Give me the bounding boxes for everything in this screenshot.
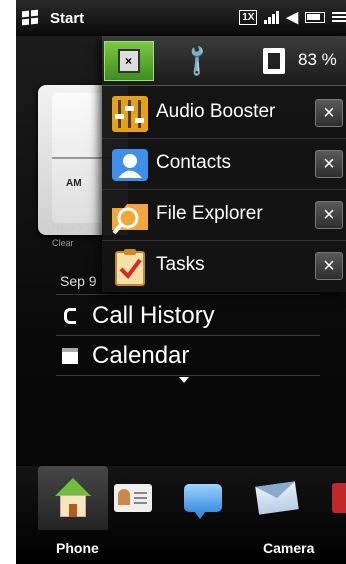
signal-strength-icon[interactable] bbox=[264, 10, 280, 24]
tab-strip: Phone Camera bbox=[16, 466, 346, 564]
weather-condition: Clear bbox=[52, 238, 74, 248]
shortcut-label: Call History bbox=[92, 302, 215, 329]
calendar-tab-icon bbox=[332, 483, 346, 513]
app-name: Audio Booster bbox=[156, 101, 276, 122]
divider bbox=[56, 294, 320, 295]
app-name: Contacts bbox=[156, 152, 231, 173]
tasks-icon bbox=[110, 247, 150, 287]
tab-mail[interactable] bbox=[242, 466, 312, 530]
softkey-phone[interactable]: Phone bbox=[56, 540, 99, 556]
task-manager-popup: × 🔧 83 % Audio Booster × Contacts × File… bbox=[102, 36, 346, 292]
start-label: Start bbox=[50, 9, 85, 27]
memory-percent: 83 % bbox=[298, 50, 337, 69]
date-label: Sep 9 bbox=[60, 273, 97, 289]
softkey-camera[interactable]: Camera bbox=[263, 540, 314, 556]
phone-icon bbox=[64, 308, 76, 324]
running-app-contacts[interactable]: Contacts × bbox=[102, 139, 346, 190]
network-type-icon: 1X bbox=[239, 9, 258, 25]
running-programs-button[interactable]: × bbox=[104, 41, 154, 81]
tab-people[interactable] bbox=[98, 466, 168, 530]
close-app-button[interactable]: × bbox=[315, 201, 343, 229]
phone-screen: Start 1X ◀︎ AM New Yo Clear Sep 9 Call H… bbox=[16, 0, 346, 564]
mail-icon bbox=[255, 481, 299, 515]
clock-ampm: AM bbox=[66, 178, 82, 189]
expand-arrow-icon[interactable] bbox=[179, 377, 189, 383]
volume-icon[interactable]: ◀︎ bbox=[286, 8, 298, 26]
status-bar: Start 1X ◀︎ bbox=[16, 0, 346, 36]
task-manager-icon: × bbox=[114, 45, 140, 73]
file-explorer-icon bbox=[110, 196, 150, 236]
divider bbox=[56, 375, 320, 376]
memory-chip-icon bbox=[263, 48, 285, 74]
running-app-audio-booster[interactable]: Audio Booster × bbox=[102, 88, 346, 139]
home-icon bbox=[53, 478, 93, 518]
weather-city: New Yo bbox=[52, 222, 90, 234]
messages-icon bbox=[184, 484, 222, 519]
people-icon bbox=[114, 484, 152, 512]
shortcut-label: Calendar bbox=[92, 342, 190, 369]
wrench-icon: 🔧 bbox=[178, 42, 216, 80]
settings-button[interactable]: 🔧 bbox=[172, 41, 222, 81]
app-name: Tasks bbox=[156, 254, 205, 275]
task-manager-toolbar: × 🔧 83 % bbox=[102, 36, 346, 86]
contacts-icon bbox=[110, 145, 150, 185]
app-name: File Explorer bbox=[156, 203, 263, 224]
tab-calendar[interactable] bbox=[316, 466, 346, 530]
battery-icon[interactable] bbox=[305, 11, 325, 23]
close-app-button[interactable]: × bbox=[315, 252, 343, 280]
close-app-button[interactable]: × bbox=[315, 150, 343, 178]
audio-booster-icon bbox=[110, 94, 150, 134]
menu-icon[interactable] bbox=[332, 10, 346, 24]
shortcut-calendar[interactable]: Calendar bbox=[56, 337, 189, 375]
memory-button[interactable] bbox=[254, 41, 294, 81]
calendar-icon bbox=[62, 348, 78, 364]
windows-logo-icon bbox=[22, 9, 40, 26]
shortcut-call-history[interactable]: Call History bbox=[56, 297, 215, 335]
running-app-tasks[interactable]: Tasks × bbox=[102, 241, 346, 292]
divider bbox=[56, 335, 320, 336]
start-button[interactable]: Start bbox=[22, 10, 84, 27]
running-app-file-explorer[interactable]: File Explorer × bbox=[102, 190, 346, 241]
close-app-button[interactable]: × bbox=[315, 99, 343, 127]
tab-messages[interactable] bbox=[168, 466, 238, 530]
